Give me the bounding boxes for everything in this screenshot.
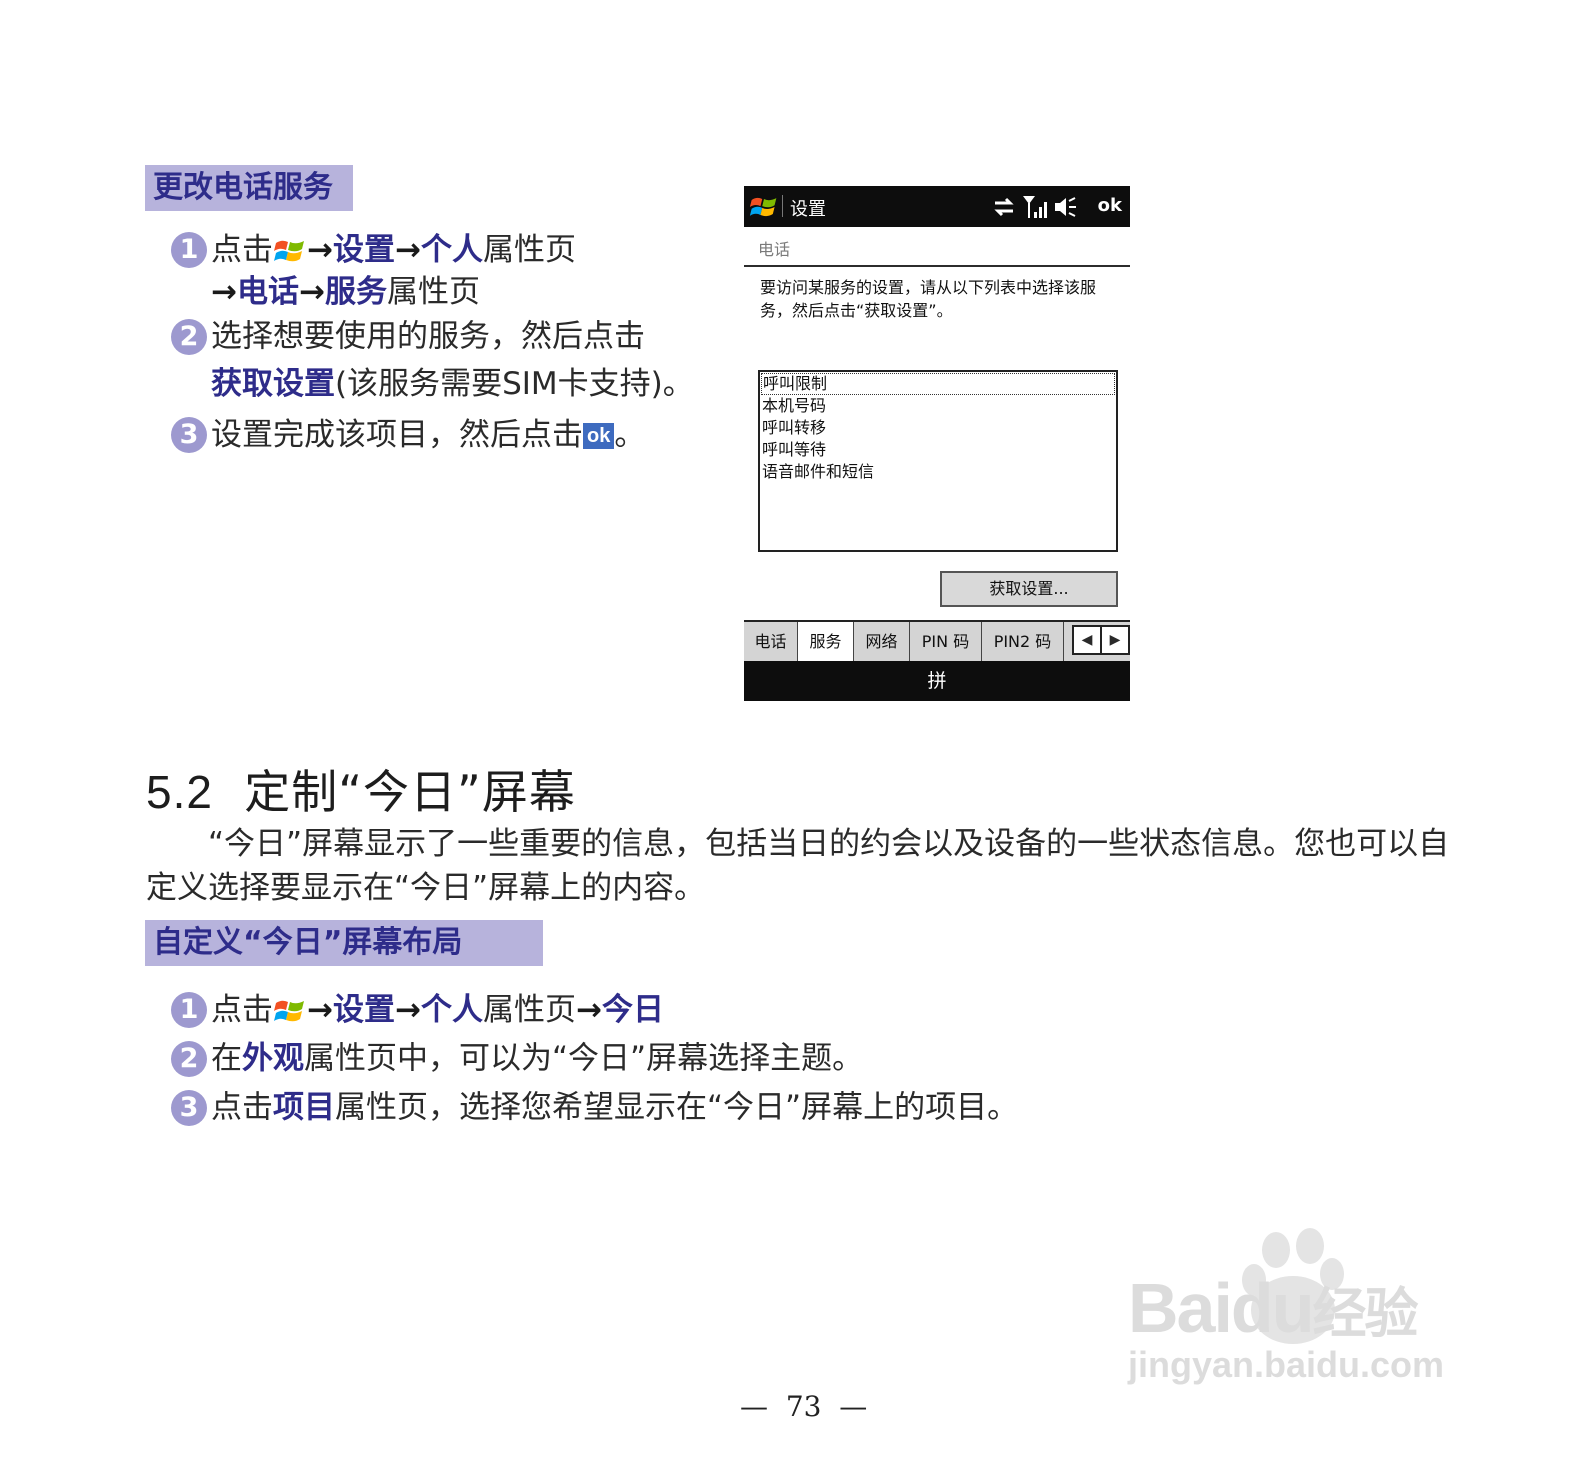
arrow-icon: → [211,274,237,310]
arrow-icon: → [307,991,333,1028]
arrow-icon: → [575,991,602,1028]
page-number: — 73 — [740,1390,868,1423]
baidu-jingyan-watermark: Baidu经验 jingyan.baidu.com [1128,1228,1488,1408]
service-item[interactable]: 呼叫等待 [760,439,1116,461]
step-2: 2 选择想要使用的服务，然后点击 [171,315,645,357]
step-1: 1 点击 →设置→个人属性页→今日 [171,988,664,1030]
section-label: 更改电话服务 [145,165,353,211]
intro-paragraph: “今日”屏幕显示了一些重要的信息，包括当日的约会以及设备的一些状态信息。您也可以… [146,826,1450,906]
keyword: 项目 [273,1089,335,1126]
tab-scroller: ◀ ▶ [1072,625,1130,655]
heading-number: 5.2 [146,766,213,818]
section-label: 自定义“今日”屏幕布局 [145,920,543,966]
ok-button[interactable]: ok [1098,195,1122,216]
service-item[interactable]: 本机号码 [760,395,1116,417]
step-text: 属性页 [482,231,576,268]
step-text: 设置完成该项目，然后点击 [211,416,583,453]
tab-pin2[interactable]: PIN2 码 [982,622,1064,661]
keyword: 服务 [324,274,387,310]
step-2: 2 在外观属性页中，可以为“今日”屏幕选择主题。 [171,1037,863,1079]
tab-network[interactable]: 网络 [854,622,910,661]
ok-badge: ok [583,423,615,449]
tab-phone[interactable]: 电话 [744,622,798,661]
phone-title-bar: 设置 ok [744,186,1130,227]
get-settings-button[interactable]: 获取设置... [940,571,1118,607]
arrow-icon: → [298,274,325,310]
step-number: 2 [171,1040,207,1077]
step-1: 1 点击 →设置→个人属性页 [171,228,576,270]
phone-page-title: 电话 [758,240,791,259]
step-text: 属性页，选择您希望显示在“今日”屏幕上的项目。 [335,1089,1019,1126]
service-item[interactable]: 呼叫限制 [761,373,1115,395]
windows-start-icon [274,240,304,262]
step-number: 2 [171,318,207,355]
step-text: 在 [211,1040,242,1077]
phone-title: 设置 [790,199,826,220]
keyword: 今日 [601,991,664,1028]
scroll-right-icon[interactable]: ▶ [1102,627,1128,653]
section-heading: 5.2 定制“今日”屏幕 [146,756,576,822]
keyword: 获取设置 [211,366,335,402]
keyword: 设置 [332,231,395,268]
keyword: 电话 [236,274,299,310]
page-number-value: 73 [785,1390,822,1423]
step-3: 3 点击项目属性页，选择您希望显示在“今日”屏幕上的项目。 [171,1086,1018,1128]
volume-muted-icon[interactable] [1054,195,1078,219]
keyword: 设置 [332,991,395,1028]
arrow-icon: → [394,231,421,268]
step-text: (该服务需要SIM卡支持)。 [335,366,694,402]
step-2-continued: 获取设置(该服务需要SIM卡支持)。 [211,364,694,404]
input-method-button[interactable]: 拼 [927,670,946,692]
step-text: 属性页 [482,991,576,1028]
service-item[interactable]: 语音邮件和短信 [760,461,1116,483]
step-3: 3 设置完成该项目，然后点击 ok。 [171,413,645,455]
step-number: 1 [171,231,207,268]
windows-start-icon[interactable] [749,192,779,222]
tab-services[interactable]: 服务 [798,622,854,661]
step-text: 点击 [211,231,273,268]
keyword: 个人 [420,231,483,268]
step-text: 属性页 [386,274,480,310]
services-list[interactable]: 呼叫限制 本机号码 呼叫转移 呼叫等待 语音邮件和短信 [758,370,1118,552]
service-item[interactable]: 呼叫转移 [760,417,1116,439]
scroll-left-icon[interactable]: ◀ [1074,627,1102,653]
step-text: 。 [614,416,646,453]
phone-tab-bar: 电话 服务 网络 PIN 码 PIN2 码 ◀ ▶ [744,620,1130,661]
step-text: 点击 [211,991,273,1028]
tab-pin[interactable]: PIN 码 [910,622,982,661]
phone-screenshot: 设置 ok 电话 要访问某服务的设置，请从以下列表中选择该服务，然后点击“获取设… [744,186,1130,701]
arrow-icon: → [307,231,333,268]
heading-text: 定制“今日”屏幕 [244,765,576,819]
watermark-brand: Baidu经验 [1128,1269,1418,1347]
signal-icon[interactable] [1022,194,1048,220]
step-text: 属性页中，可以为“今日”屏幕选择主题。 [304,1040,864,1077]
windows-start-icon [274,1000,304,1022]
input-method-bar: 拼 [744,661,1130,701]
step-text: 点击 [211,1089,273,1126]
arrow-icon: → [394,991,421,1028]
keyword: 外观 [242,1040,304,1077]
step-number: 3 [171,1089,207,1126]
step-number: 3 [171,416,207,453]
step-number: 1 [171,991,207,1028]
step-1-continued: →电话→服务属性页 [211,272,480,312]
divider [744,265,1130,267]
title-separator [782,195,783,217]
keyword: 个人 [420,991,483,1028]
phone-instruction: 要访问某服务的设置，请从以下列表中选择该服务，然后点击“获取设置”。 [760,278,1097,320]
watermark-url: jingyan.baidu.com [1128,1344,1445,1385]
connectivity-icon[interactable] [992,196,1016,218]
step-text: 选择想要使用的服务，然后点击 [211,318,645,355]
